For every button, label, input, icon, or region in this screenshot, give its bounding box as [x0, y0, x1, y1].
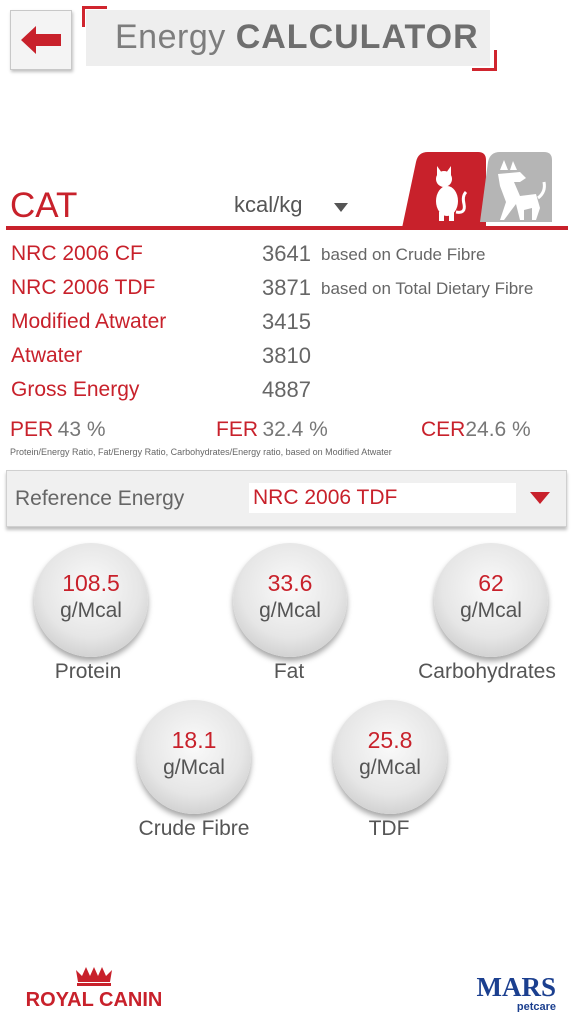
row-note-nrc-tdf: based on Total Dietary Fibre — [321, 279, 534, 298]
per-value: 43 % — [57, 418, 106, 441]
reference-energy-select[interactable]: NRC 2006 TDF — [249, 483, 516, 513]
nutrient-unit: g/Mcal — [163, 756, 225, 779]
royal-canin-logo: ROYAL CANIN — [26, 967, 163, 1010]
svg-text:petcare: petcare — [517, 1001, 556, 1012]
nutrient-unit: g/Mcal — [460, 599, 522, 622]
row-value-nrc-tdf: 3871 — [262, 275, 311, 300]
per-label: PER — [10, 418, 54, 441]
crown-icon — [76, 967, 112, 986]
nutrient-circle-crude-fibre: 18.1 g/Mcal — [137, 700, 251, 814]
cat-tab[interactable] — [402, 152, 486, 228]
svg-text:ROYAL CANIN: ROYAL CANIN — [26, 989, 163, 1010]
arrow-left-icon — [21, 26, 61, 54]
nutrient-name-carbohydrates: Carbohydrates — [418, 660, 556, 683]
nutrient-value: 33.6 — [267, 570, 313, 596]
cer-value: 24.6 % — [465, 418, 531, 441]
row-label-modified-atwater: Modified Atwater — [11, 310, 167, 333]
row-note-nrc-cf: based on Crude Fibre — [321, 245, 486, 264]
nutrient-unit: g/Mcal — [259, 599, 321, 622]
nutrient-unit: g/Mcal — [60, 599, 122, 622]
cer-label: CER — [421, 418, 466, 441]
row-value-modified-atwater: 3415 — [262, 309, 311, 334]
nutrient-circle-tdf: 25.8 g/Mcal — [333, 700, 447, 814]
nutrient-value: 62 — [478, 570, 504, 596]
nutrient-name-tdf: TDF — [368, 817, 410, 840]
nutrient-value: 108.5 — [62, 570, 120, 596]
chevron-down-icon[interactable] — [530, 492, 550, 504]
row-label-nrc-tdf: NRC 2006 TDF — [11, 276, 156, 299]
nutrient-circle-fat: 33.6 g/Mcal — [233, 543, 347, 657]
cer-ratio: CER24.6 % — [421, 418, 531, 442]
fer-ratio: FER 32.4 % — [216, 418, 328, 442]
nutrient-value: 18.1 — [171, 727, 217, 753]
nutrient-unit: g/Mcal — [359, 756, 421, 779]
row-value-gross-energy: 4887 — [262, 377, 311, 402]
species-divider — [6, 226, 568, 230]
fer-value: 32.4 % — [262, 418, 328, 441]
row-label-nrc-cf: NRC 2006 CF — [11, 242, 143, 265]
mars-petcare-logo: MARS petcare — [477, 972, 557, 1012]
back-button[interactable] — [10, 10, 72, 70]
chevron-down-icon[interactable] — [334, 203, 348, 212]
fer-label: FER — [216, 418, 258, 441]
reference-energy-label: Reference Energy — [15, 487, 185, 510]
species-label: CAT — [10, 186, 78, 225]
row-value-atwater: 3810 — [262, 343, 311, 368]
nutrient-circle-carbohydrates: 62 g/Mcal — [434, 543, 548, 657]
nutrient-name-fat: Fat — [273, 660, 305, 683]
nutrient-name-protein: Protein — [54, 660, 122, 683]
dog-tab[interactable] — [480, 152, 552, 228]
title-corner-top-left — [82, 6, 107, 27]
row-label-gross-energy: Gross Energy — [11, 378, 140, 401]
row-value-nrc-cf: 3641 — [262, 241, 311, 266]
nutrient-value: 25.8 — [367, 727, 413, 753]
nutrient-circle-protein: 108.5 g/Mcal — [34, 543, 148, 657]
nutrient-name-crude-fibre: Crude Fibre — [138, 817, 250, 840]
per-ratio: PER 43 % — [10, 418, 106, 442]
svg-text:MARS: MARS — [477, 972, 557, 1002]
ratio-footnote: Protein/Energy Ratio, Fat/Energy Ratio, … — [10, 447, 392, 457]
page-title: Energy CALCULATOR — [115, 18, 479, 56]
row-label-atwater: Atwater — [11, 344, 83, 367]
unit-select[interactable]: kcal/kg — [234, 192, 302, 218]
